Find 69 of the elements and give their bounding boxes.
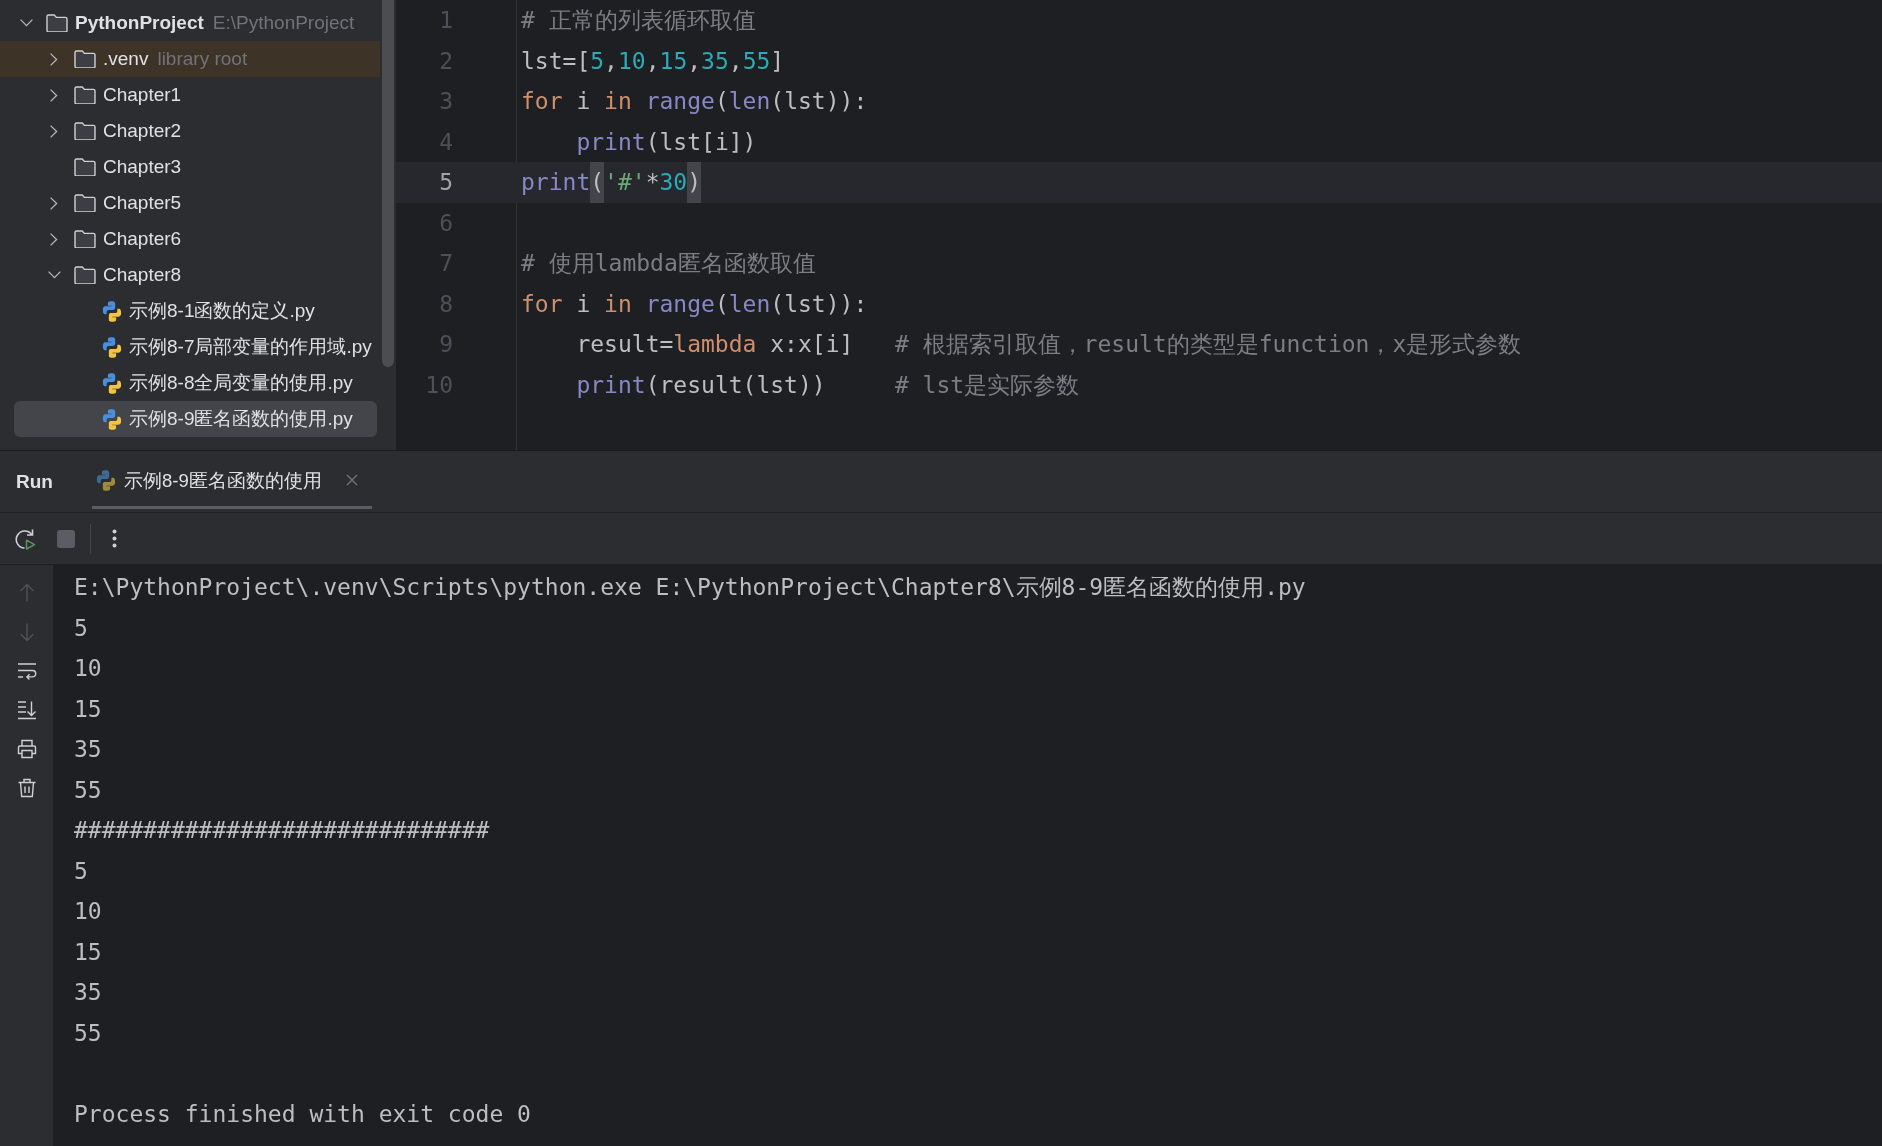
folder-icon [74,194,96,212]
chevron-right-icon[interactable] [50,88,58,102]
run-tab[interactable]: 示例8-9匿名函数的使用 [92,451,372,509]
console-line: 10 [74,655,102,681]
chevron-down-icon[interactable] [19,19,33,27]
tree-item[interactable]: 示例8-9匿名函数的使用.py [14,401,377,437]
close-icon[interactable] [345,474,358,486]
code-line: print('#'*30) [521,162,702,203]
folder-icon [74,122,96,140]
tree-item-hint: E:\PythonProject [212,12,355,34]
tree-item[interactable]: Chapter8 [0,257,380,293]
tree-item[interactable]: 示例8-8全局变量的使用.py [0,365,380,401]
soft-wrap-icon[interactable] [16,661,37,681]
scroll-to-end-icon[interactable] [16,700,37,720]
chevron-right-icon[interactable] [50,196,58,210]
folder-icon [74,230,96,248]
folder-icon [74,158,96,176]
chevron-right-icon[interactable] [50,124,58,138]
console-line: 35 [74,736,102,762]
trash-icon[interactable] [16,778,37,798]
python-file-icon [102,336,122,358]
tree-item[interactable]: Chapter2 [0,113,380,149]
code-line: for i in range(len(lst)): [521,289,868,319]
code-line: lst=[5,10,15,35,55] [521,46,785,76]
folder-icon [74,86,96,104]
console-line: 15 [74,695,102,722]
code-comment: # 使用lambda匿名函数取值 [521,249,816,278]
console-exit-message: Process finished with exit code 0 [74,1100,531,1127]
tree-item-hint: library root [157,48,248,70]
run-panel-title: Run [15,470,54,493]
chevron-right-icon[interactable] [50,52,58,66]
line-number: 5 [439,169,453,195]
folder-icon [74,50,96,68]
code-line: for i in range(len(lst)): [521,87,868,116]
console-line: 35 [74,979,102,1005]
console-line: 5 [74,614,88,641]
tree-item[interactable]: PythonProject E:\PythonProject [0,5,380,41]
python-file-icon [102,372,122,394]
tree-item[interactable]: .venv library root [0,41,380,77]
chevron-down-icon[interactable] [47,271,61,279]
console-line: E:\PythonProject\.venv\Scripts\python.exe E:\PythonProject\Chapter8\示例8-9匿名函数的使用.py [74,574,1306,600]
console-line: 5 [74,857,88,884]
code-comment: # 正常的列表循环取值 [521,6,756,35]
console-line: 55 [74,776,102,803]
code-comment: # 根据索引取值，result的类型是function，x是形式参数 [894,330,1522,359]
tree-item[interactable]: Chapter6 [0,221,380,257]
printer-icon[interactable] [16,739,37,759]
scrollbar-thumb[interactable] [382,0,394,367]
chevron-right-icon[interactable] [50,232,58,246]
console-line: ############################## [74,817,490,843]
more-options-icon[interactable] [112,529,117,548]
tree-item[interactable]: Chapter5 [0,185,380,221]
code-line: print(lst[i]) [576,127,757,157]
folder-icon [74,266,96,284]
folder-icon [46,14,68,32]
console-line: 15 [74,938,102,965]
code-line: result=lambda x:x[i] [576,330,854,359]
python-file-icon [102,408,122,430]
python-file-icon [102,300,122,322]
python-file-icon [96,469,116,491]
rerun-icon[interactable] [14,527,36,550]
code-comment: # lst是实际参数 [894,370,1080,400]
console-line: 10 [74,898,102,924]
console-line: 55 [74,1019,102,1046]
tree-item[interactable]: 示例8-1函数的定义.py [0,293,380,329]
tree-item[interactable]: Chapter3 [0,149,380,185]
code-line: print(result(lst)) [576,370,826,400]
tree-item[interactable]: 示例8-7局部变量的作用域.py [0,329,380,365]
tree-item[interactable]: Chapter1 [0,77,380,113]
